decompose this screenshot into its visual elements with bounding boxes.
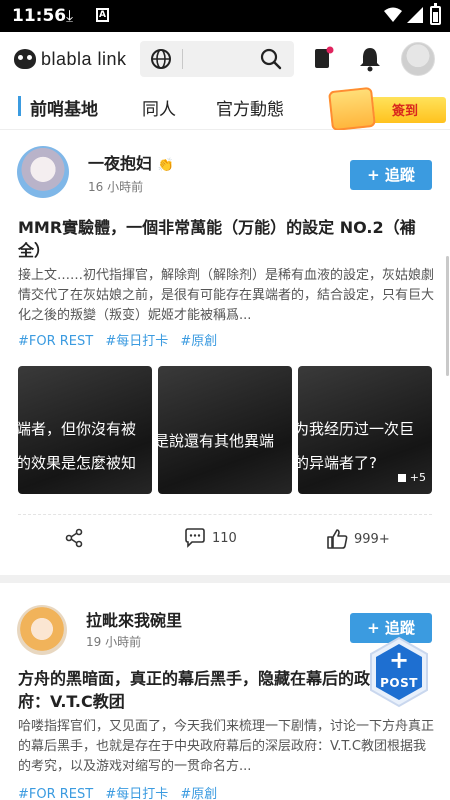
category-tabs: 前哨基地 同人 官方動態 簽到 <box>0 86 450 132</box>
post-card[interactable]: 一夜抱妇 👏 16 小時前 + 追蹤 MMR實驗體，一個非常萬能（万能）的設定 … <box>0 130 450 575</box>
tab-official[interactable]: 官方動態 <box>216 95 284 120</box>
post-image[interactable]: 是說還有其他異端 <box>158 366 292 494</box>
status-time: 11:56 <box>12 6 67 26</box>
post-label: POST <box>380 676 418 690</box>
tab-fanart[interactable]: 同人 <box>142 95 176 120</box>
search-icon[interactable] <box>260 48 282 70</box>
tag-link[interactable]: #原創 <box>180 334 217 349</box>
bell-icon[interactable] <box>358 46 382 72</box>
comment-count: 110 <box>212 530 237 546</box>
tag-link[interactable]: #每日打卡 <box>105 787 168 800</box>
author-name[interactable]: 拉毗來我碗里 <box>86 607 182 631</box>
tag-link[interactable]: #原創 <box>180 787 217 800</box>
signal-icon <box>407 7 423 23</box>
post-images: 端者，但你沒有被 的效果是怎麼被知 是說還有其他異端 为我经历过一次巨 的异端者… <box>18 366 432 494</box>
comment-button[interactable]: 110 <box>184 528 237 548</box>
post-title[interactable]: 方舟的黑暗面，真正的幕后黑手，隐藏在幕后的政府：V.T.C教团 <box>18 667 378 713</box>
image-caption: 的异端者了? <box>298 454 377 472</box>
image-caption: 是說還有其他異端 <box>158 432 275 450</box>
post-title[interactable]: MMR實驗體，一個非常萬能（万能）的設定 NO.2（補全） <box>18 216 434 262</box>
follow-button[interactable]: + 追蹤 <box>350 160 432 190</box>
logo-text: blabla link <box>41 48 127 69</box>
download-icon: ⤓ <box>66 6 74 25</box>
post-time: 16 小時前 <box>88 180 144 194</box>
search-bar[interactable] <box>140 41 294 77</box>
app-logo[interactable]: blabla link <box>14 46 127 72</box>
divider <box>18 514 432 515</box>
post-time: 19 小時前 <box>86 635 142 649</box>
post-excerpt[interactable]: 哈喽指挥官们，又见面了，今天我们来梳理一下剧情，讨论一下方舟真正的幕后黑手，也就… <box>18 717 434 777</box>
cards-icon[interactable] <box>312 46 334 70</box>
post-tags: #FOR REST #每日打卡 #原創 <box>18 783 225 800</box>
image-caption: 为我经历过一次巨 <box>298 420 415 438</box>
new-post-button[interactable]: + POST <box>368 636 430 708</box>
app-header: blabla link <box>0 32 450 86</box>
like-button[interactable]: 999+ <box>326 528 390 550</box>
author-name[interactable]: 一夜抱妇 👏 <box>88 150 174 174</box>
search-input[interactable] <box>188 45 258 73</box>
share-button[interactable] <box>64 528 90 548</box>
tag-link[interactable]: #FOR REST <box>18 334 93 349</box>
battery-icon <box>430 3 441 25</box>
active-tab-indicator <box>18 96 21 116</box>
scrollbar[interactable] <box>446 256 449 376</box>
status-bar: 11:56 ⤓ A <box>0 0 450 32</box>
wifi-icon <box>384 7 402 22</box>
plus-icon: + <box>388 646 410 674</box>
tag-link[interactable]: #FOR REST <box>18 787 93 800</box>
more-images-count[interactable]: +5 <box>398 471 426 484</box>
post-actions: 110 999+ <box>0 528 450 560</box>
search-divider <box>182 49 183 69</box>
post-tags: #FOR REST #每日打卡 #原創 <box>18 330 225 349</box>
author-badge-icon: 👏 <box>157 158 174 173</box>
image-caption: 的效果是怎麼被知 <box>18 454 137 472</box>
share-icon <box>65 528 83 548</box>
signin-label: 簽到 <box>392 104 419 119</box>
signin-button[interactable]: 簽到 <box>328 86 446 132</box>
post-image[interactable]: 为我经历过一次巨 的异端者了? +5 <box>298 366 432 494</box>
like-count: 999+ <box>354 531 390 547</box>
logo-icon <box>14 49 36 69</box>
post-image[interactable]: 端者，但你沒有被 的效果是怎麼被知 <box>18 366 152 494</box>
gift-icon <box>328 86 376 132</box>
image-caption: 端者，但你沒有被 <box>18 420 137 438</box>
globe-icon[interactable] <box>150 48 172 70</box>
comment-icon <box>185 528 205 548</box>
tag-link[interactable]: #每日打卡 <box>105 334 168 349</box>
author-avatar[interactable] <box>17 146 69 198</box>
post-excerpt[interactable]: 接上文……初代指揮官，解除劑（解除剂）是稀有血液的設定，灰姑娘劇情交代了在灰姑娘… <box>18 266 434 326</box>
user-avatar[interactable] <box>401 42 435 76</box>
post-separator <box>0 575 450 583</box>
notification-a-icon: A <box>96 8 109 22</box>
thumbs-up-icon <box>327 529 348 549</box>
author-avatar[interactable] <box>17 605 67 655</box>
tab-outpost[interactable]: 前哨基地 <box>30 95 98 120</box>
